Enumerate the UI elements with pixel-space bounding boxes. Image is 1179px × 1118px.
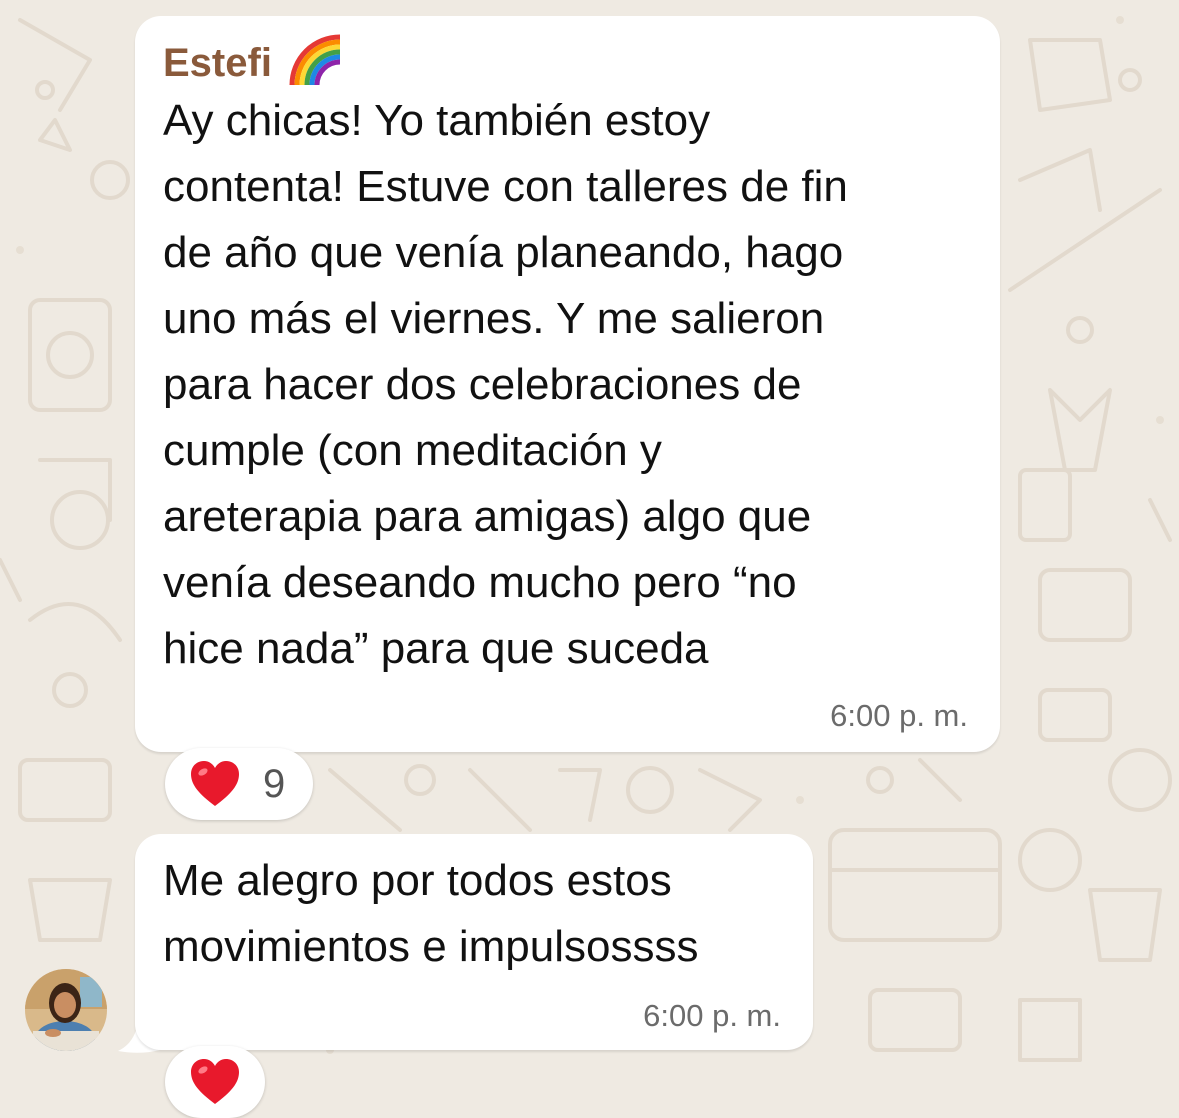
message-line: Ay chicas! Yo también estoy — [163, 96, 711, 145]
reaction-count: 9 — [263, 762, 286, 806]
sender-name[interactable]: Estefi — [163, 34, 344, 92]
avatar-photo — [25, 969, 107, 1051]
avatar[interactable] — [25, 969, 107, 1051]
sender-name-label: Estefi — [163, 40, 272, 85]
message-line: hice nada” para que suceda — [163, 624, 709, 673]
message-line: venía deseando mucho pero “no — [163, 558, 797, 607]
message-text: Me alegro por todos estos movimientos e … — [163, 848, 699, 980]
message-bubble[interactable]: Estefi Ay chicas! Yo también estoy conte… — [135, 16, 1000, 752]
red-heart-icon — [191, 761, 239, 806]
message-line: movimientos e impulsossss — [163, 922, 699, 971]
message-line: areterapia para amigas) algo que — [163, 492, 812, 541]
message-timestamp: 6:00 p. m. — [643, 998, 781, 1033]
message-line: para hacer dos celebraciones de — [163, 360, 802, 409]
red-heart-icon — [191, 1059, 239, 1104]
rainbow-icon — [289, 34, 341, 86]
message-bubble[interactable]: Me alegro por todos estos movimientos e … — [135, 834, 813, 1050]
message-line: Me alegro por todos estos — [163, 856, 672, 905]
message-text: Ay chicas! Yo también estoy contenta! Es… — [163, 88, 848, 682]
message-line: uno más el viernes. Y me salieron — [163, 294, 825, 343]
reaction-pill[interactable] — [165, 1046, 265, 1118]
reaction-pill[interactable]: 9 — [165, 748, 313, 820]
message-timestamp: 6:00 p. m. — [830, 698, 968, 733]
message-line: de año que venía planeando, hago — [163, 228, 844, 277]
message-line: cumple (con meditación y — [163, 426, 662, 475]
message-line: contenta! Estuve con talleres de fin — [163, 162, 848, 211]
